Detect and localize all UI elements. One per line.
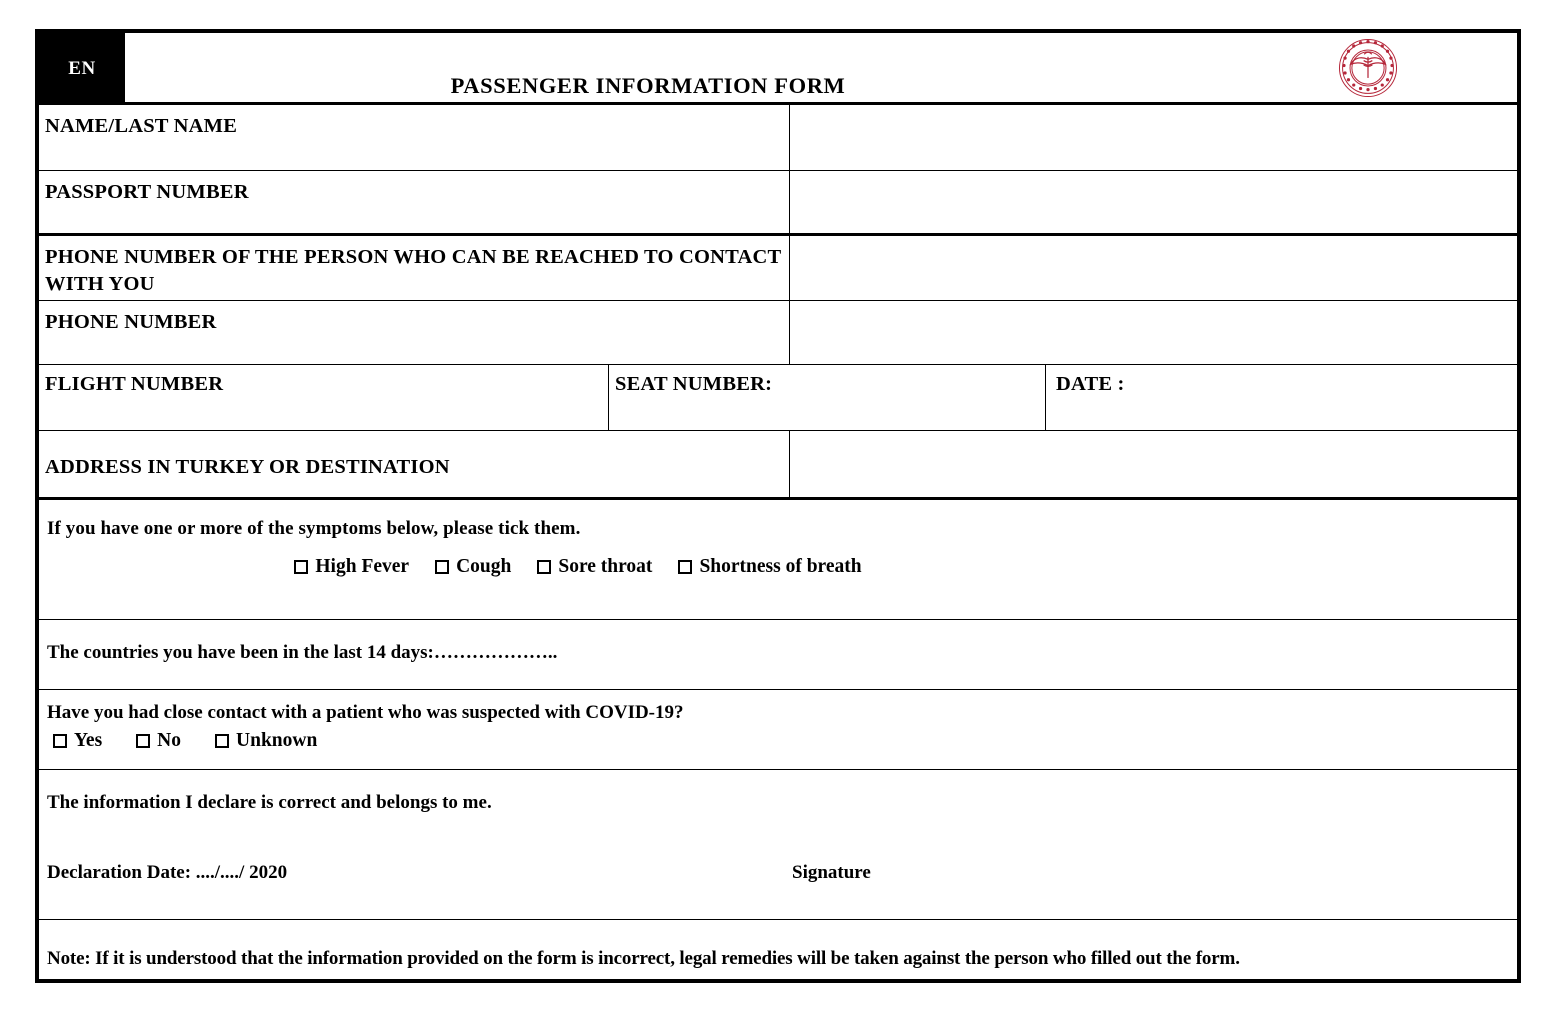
input-phone-number[interactable] [790, 301, 1517, 364]
field-row-emergency-phone: PHONE NUMBER OF THE PERSON WHO CAN BE RE… [39, 236, 1517, 301]
symptom-option-label: Shortness of breath [699, 556, 862, 577]
close-contact-option-no[interactable]: No [136, 730, 181, 752]
checkbox-icon[interactable] [435, 560, 450, 574]
ministry-of-health-emblem-icon [1335, 37, 1401, 99]
section-symptoms: If you have one or more of the symptoms … [39, 500, 1517, 620]
passenger-information-form: EN PASSENGER INFORMATION FORM NAME/LAST … [35, 29, 1521, 983]
countries-visited-prompt[interactable]: The countries you have been in the last … [39, 620, 1517, 664]
field-row-flight-seat-date: FLIGHT NUMBER SEAT NUMBER: DATE : [39, 365, 1517, 431]
symptom-option-shortness-of-breath[interactable]: Shortness of breath [678, 556, 862, 578]
symptom-option-label: Sore throat [558, 556, 653, 577]
close-contact-question: Have you had close contact with a patien… [47, 702, 684, 723]
checkbox-icon[interactable] [215, 734, 230, 748]
input-passport-number[interactable] [790, 171, 1517, 233]
declaration-date-field[interactable]: Declaration Date: ..../..../ 2020 [47, 862, 792, 884]
input-address[interactable] [790, 431, 1517, 497]
close-contact-option-yes[interactable]: Yes [53, 730, 102, 752]
section-countries-visited: The countries you have been in the last … [39, 620, 1517, 690]
label-emergency-phone: PHONE NUMBER OF THE PERSON WHO CAN BE RE… [39, 236, 790, 300]
section-declaration: The information I declare is correct and… [39, 770, 1517, 920]
signature-field[interactable]: Signature [792, 862, 871, 884]
cell-seat-number[interactable]: SEAT NUMBER: [609, 365, 1046, 430]
checkbox-icon[interactable] [136, 734, 151, 748]
symptom-option-cough[interactable]: Cough [435, 556, 511, 578]
symptom-option-label: Cough [456, 556, 512, 577]
section-note: Note: If it is understood that the infor… [39, 920, 1517, 980]
checkbox-icon[interactable] [294, 560, 309, 574]
declaration-statement: The information I declare is correct and… [47, 792, 492, 813]
note-text: Note: If it is understood that the infor… [47, 948, 1240, 969]
symptoms-option-group: High Fever Cough Sore throat Shortness o… [39, 556, 1517, 578]
section-close-contact: Have you had close contact with a patien… [39, 690, 1517, 770]
close-contact-option-unknown[interactable]: Unknown [215, 730, 317, 752]
close-contact-option-label: Unknown [236, 730, 318, 751]
label-flight-number: FLIGHT NUMBER [45, 373, 224, 395]
field-row-address: ADDRESS IN TURKEY OR DESTINATION [39, 431, 1517, 500]
cell-date[interactable]: DATE : [1046, 365, 1517, 430]
field-row-passport: PASSPORT NUMBER [39, 171, 1517, 236]
checkbox-icon[interactable] [53, 734, 67, 748]
checkbox-icon[interactable] [678, 560, 693, 574]
label-date: DATE : [1056, 373, 1125, 395]
input-emergency-phone[interactable] [790, 236, 1517, 300]
declaration-footer: Declaration Date: ..../..../ 2020 Signat… [39, 862, 1517, 884]
field-row-phone: PHONE NUMBER [39, 301, 1517, 365]
input-name[interactable] [790, 105, 1517, 170]
label-seat-number: SEAT NUMBER: [615, 373, 773, 395]
close-contact-option-group: Yes No Unknown [39, 724, 1517, 752]
symptom-option-sore-throat[interactable]: Sore throat [537, 556, 652, 578]
symptoms-prompt: If you have one or more of the symptoms … [47, 518, 581, 539]
close-contact-option-label: No [157, 730, 182, 751]
label-name: NAME/LAST NAME [39, 105, 790, 170]
symptom-option-high-fever[interactable]: High Fever [294, 556, 409, 578]
field-row-name: NAME/LAST NAME [39, 105, 1517, 171]
checkbox-icon[interactable] [537, 560, 552, 574]
form-header: EN PASSENGER INFORMATION FORM [39, 33, 1517, 105]
close-contact-option-label: Yes [74, 730, 103, 751]
label-address: ADDRESS IN TURKEY OR DESTINATION [39, 431, 790, 497]
label-passport-number: PASSPORT NUMBER [39, 171, 790, 233]
cell-flight-number[interactable]: FLIGHT NUMBER [39, 365, 609, 430]
label-phone-number: PHONE NUMBER [39, 301, 790, 364]
symptom-option-label: High Fever [315, 556, 410, 577]
page-title: PASSENGER INFORMATION FORM [450, 73, 846, 98]
